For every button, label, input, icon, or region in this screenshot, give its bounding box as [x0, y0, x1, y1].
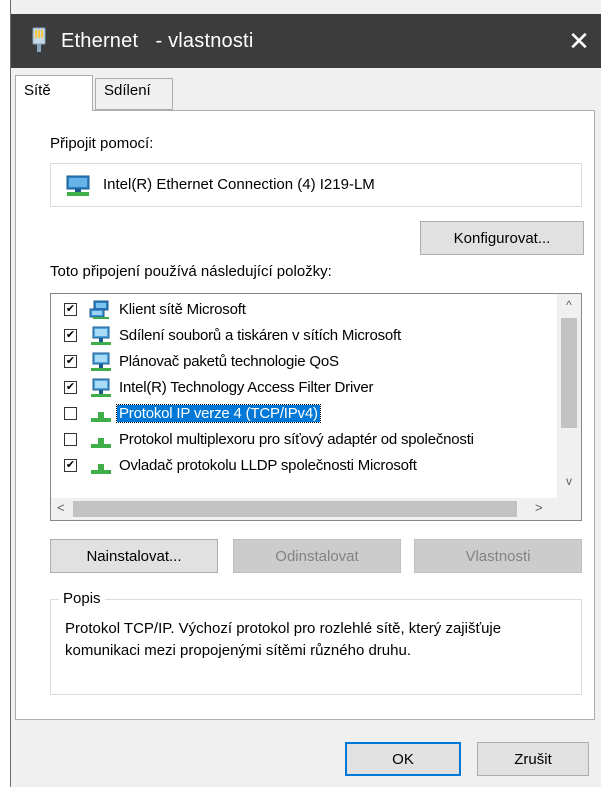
- description-text: Protokol TCP/IP. Výchozí protokol pro ro…: [65, 620, 502, 659]
- uninstall-button[interactable]: Odinstalovat: [233, 539, 401, 573]
- scroll-down-icon[interactable]: v: [557, 474, 581, 494]
- adapter-box: Intel(R) Ethernet Connection (4) I219-LM: [50, 163, 582, 207]
- item-checkbox[interactable]: [64, 355, 77, 368]
- network-adapter-icon: [66, 175, 90, 196]
- cancel-button[interactable]: Zrušit: [477, 742, 589, 776]
- network-service-icon: [91, 326, 111, 345]
- protocol-icon: [91, 464, 111, 474]
- item-label: Klient sítě Microsoft: [119, 301, 246, 318]
- item-checkbox[interactable]: [64, 381, 77, 394]
- protocol-icon: [91, 438, 111, 448]
- connect-using-label: Připojit pomocí:: [50, 135, 154, 152]
- configure-button[interactable]: Konfigurovat...: [420, 221, 584, 255]
- close-button[interactable]: ✕: [556, 14, 601, 68]
- list-item[interactable]: Protokol multiplexoru pro síťový adaptér…: [51, 428, 559, 454]
- item-checkbox[interactable]: [64, 303, 77, 316]
- network-adapter-icon: [32, 27, 46, 52]
- network-service-icon: [91, 352, 111, 371]
- list-item[interactable]: Protokol IP verze 4 (TCP/IPv4): [51, 402, 559, 428]
- list-item[interactable]: Klient sítě Microsoft: [51, 298, 559, 324]
- description-legend: Popis: [59, 590, 105, 607]
- item-label: Intel(R) Technology Access Filter Driver: [119, 379, 374, 396]
- item-checkbox[interactable]: [64, 433, 77, 446]
- list-item[interactable]: Intel(R) Technology Access Filter Driver: [51, 376, 559, 402]
- adapter-name: Intel(R) Ethernet Connection (4) I219-LM: [103, 176, 375, 193]
- vertical-scrollbar[interactable]: ^ v: [557, 294, 581, 498]
- tab-networking[interactable]: Sítě: [15, 75, 93, 111]
- item-checkbox[interactable]: [64, 407, 77, 420]
- properties-dialog: Ethernet - vlastnosti ✕ Sítě Sdílení Při…: [10, 0, 601, 787]
- list-item[interactable]: Ovladač protokolu LLDP společnosti Micro…: [51, 454, 559, 480]
- list-item[interactable]: Plánovač paketů technologie QoS: [51, 350, 559, 376]
- list-item[interactable]: Sdílení souborů a tiskáren v sítích Micr…: [51, 324, 559, 350]
- title-bar: Ethernet - vlastnosti ✕: [11, 14, 601, 68]
- networking-panel: Připojit pomocí: Intel(R) Ethernet Conne…: [15, 110, 595, 720]
- network-service-icon: [91, 378, 111, 397]
- install-button[interactable]: Nainstalovat...: [50, 539, 218, 573]
- horizontal-scrollbar[interactable]: < >: [51, 498, 581, 520]
- close-icon: ✕: [568, 25, 590, 56]
- tab-sharing[interactable]: Sdílení: [95, 78, 173, 110]
- scrollbar-corner: [557, 498, 581, 520]
- properties-button[interactable]: Vlastnosti: [414, 539, 582, 573]
- horizontal-scroll-thumb[interactable]: [73, 501, 517, 517]
- scroll-left-icon[interactable]: <: [57, 500, 65, 515]
- description-group: Popis Protokol TCP/IP. Výchozí protokol …: [50, 590, 582, 695]
- scroll-right-icon[interactable]: >: [535, 500, 543, 515]
- item-checkbox[interactable]: [64, 329, 77, 342]
- item-label: Ovladač protokolu LLDP společnosti Micro…: [119, 457, 417, 474]
- item-checkbox[interactable]: [64, 459, 77, 472]
- scroll-up-icon[interactable]: ^: [557, 298, 581, 318]
- item-label: Protokol multiplexoru pro síťový adaptér…: [119, 431, 474, 448]
- item-label: Sdílení souborů a tiskáren v sítích Micr…: [119, 327, 401, 344]
- vertical-scroll-thumb[interactable]: [561, 318, 577, 428]
- protocol-icon: [91, 412, 111, 422]
- items-label: Toto připojení používá následující polož…: [50, 263, 332, 280]
- network-client-icon: [89, 300, 109, 319]
- ok-button[interactable]: OK: [345, 742, 461, 776]
- item-label: Protokol IP verze 4 (TCP/IPv4): [116, 404, 321, 423]
- items-list[interactable]: Klient sítě Microsoft Sdílení souborů a …: [50, 293, 582, 521]
- window-title: Ethernet - vlastnosti: [61, 30, 254, 52]
- item-label: Plánovač paketů technologie QoS: [119, 353, 339, 370]
